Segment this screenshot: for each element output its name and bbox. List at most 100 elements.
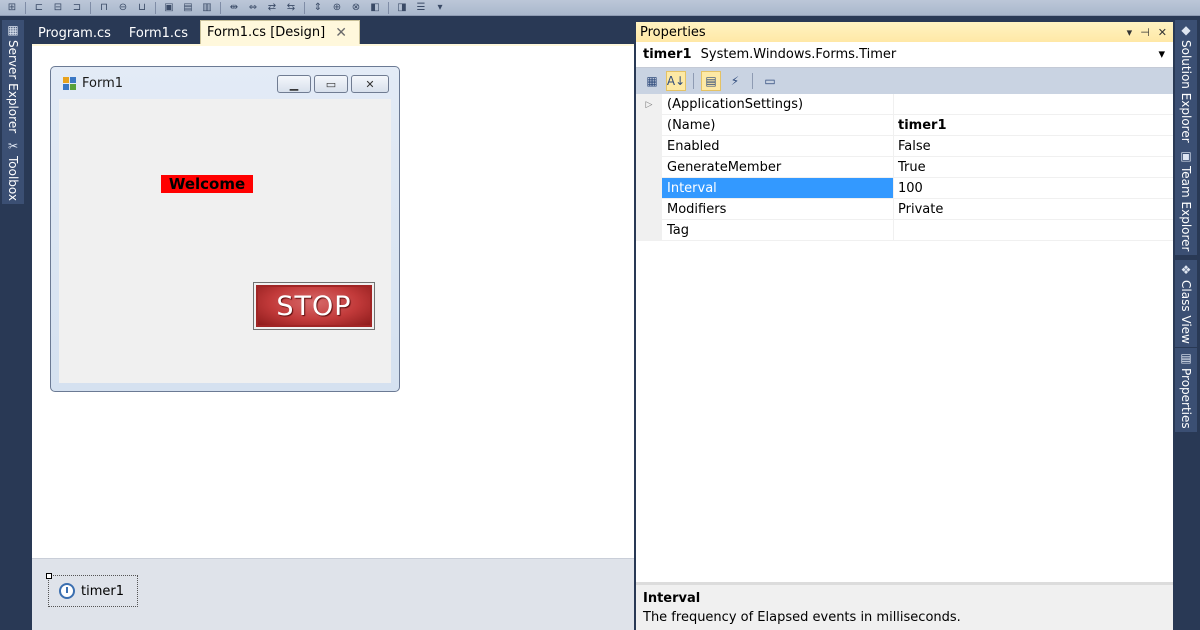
tab-program-cs[interactable]: Program.cs (32, 22, 123, 44)
property-value[interactable]: Private (894, 199, 1173, 220)
align-icon[interactable]: ⊞ (4, 2, 20, 14)
center-horizontally-icon[interactable]: ⊕ (329, 2, 345, 14)
property-row[interactable]: Modifiers Private (636, 199, 1173, 220)
tab-label: Form1.cs [Design] (206, 25, 326, 40)
row-gutter (636, 199, 662, 220)
properties-title-bar: Properties ▾ ⊣ ✕ (636, 22, 1173, 42)
window-position-icon[interactable]: ▾ (1127, 26, 1133, 39)
property-row[interactable]: Enabled False (636, 136, 1173, 157)
form1-window[interactable]: Form1 ▁ ▭ ✕ Welcome STOP (50, 66, 400, 392)
properties-panel: Properties ▾ ⊣ ✕ timer1 System.Windows.F… (636, 22, 1173, 630)
make-same-size-icon[interactable]: ▣ (161, 2, 177, 14)
toolbar-separator (220, 1, 221, 14)
property-row[interactable]: Tag (636, 220, 1173, 241)
property-name: Modifiers (662, 199, 894, 220)
tab-label: Program.cs (38, 25, 111, 41)
properties-view-icon[interactable]: ▤ (701, 71, 721, 91)
solution-explorer-label: Solution Explorer (1179, 40, 1193, 143)
property-row-selected[interactable]: Interval 100 (636, 178, 1173, 199)
tab-form1-design[interactable]: Form1.cs [Design] ✕ (199, 20, 360, 44)
properties-icon: ▤ (1180, 351, 1192, 365)
row-gutter (636, 136, 662, 157)
object-selector[interactable]: timer1 System.Windows.Forms.Timer ▾ (636, 42, 1173, 68)
align-center-icon[interactable]: ⊟ (50, 2, 66, 14)
align-right-icon[interactable]: ⊐ (69, 2, 85, 14)
toolbar-separator (25, 1, 26, 14)
property-row[interactable]: GenerateMember True (636, 157, 1173, 178)
server-explorer-label: Server Explorer (6, 40, 20, 134)
stop-button-face: STOP (256, 285, 372, 327)
tab-order-icon[interactable]: ☰ (413, 2, 429, 14)
toolbox-tab[interactable]: ✂ Toolbox (2, 136, 24, 204)
property-description: Interval The frequency of Elapsed events… (636, 582, 1173, 630)
toolbar-separator (693, 73, 694, 89)
left-dock-strip: ▦ Server Explorer ✂ Toolbox (0, 16, 32, 630)
send-to-back-icon[interactable]: ◨ (394, 2, 410, 14)
welcome-label[interactable]: Welcome (161, 175, 253, 193)
decrease-spacing-icon[interactable]: ⇄ (264, 2, 280, 14)
window-controls: ▁ ▭ ✕ (277, 75, 389, 93)
properties-toolbar: ▦ A↓ ▤ ⚡ ▭ (636, 68, 1173, 94)
tab-form1-cs[interactable]: Form1.cs (123, 22, 200, 44)
property-value[interactable]: timer1 (894, 115, 1173, 136)
class-view-tab[interactable]: ❖ Class View (1175, 260, 1197, 347)
team-explorer-tab[interactable]: ▣ Team Explorer (1175, 146, 1197, 255)
align-top-icon[interactable]: ⊓ (96, 2, 112, 14)
align-middle-icon[interactable]: ⊖ (115, 2, 131, 14)
close-icon[interactable]: ✕ (1158, 26, 1167, 39)
server-explorer-tab[interactable]: ▦ Server Explorer (2, 20, 24, 137)
align-bottom-icon[interactable]: ⊔ (134, 2, 150, 14)
make-same-height-icon[interactable]: ▥ (199, 2, 215, 14)
align-left-icon[interactable]: ⊏ (31, 2, 47, 14)
center-vertically-icon[interactable]: ⊗ (348, 2, 364, 14)
property-name: Tag (662, 220, 894, 241)
chevron-down-icon[interactable]: ▾ (1158, 47, 1165, 62)
stop-button[interactable]: STOP (253, 282, 375, 330)
pin-icon[interactable]: ⊣ (1140, 26, 1150, 39)
form-designer-surface[interactable]: Form1 ▁ ▭ ✕ Welcome STOP (32, 44, 634, 558)
alphabetical-icon[interactable]: A↓ (666, 71, 686, 91)
properties-tab[interactable]: ▤ Properties (1175, 348, 1197, 432)
class-view-icon: ❖ (1180, 263, 1192, 277)
timer-component[interactable]: timer1 (46, 573, 138, 607)
property-value[interactable] (894, 220, 1173, 241)
horizontal-spacing-icon[interactable]: ⇹ (226, 2, 242, 14)
property-value[interactable]: False (894, 136, 1173, 157)
close-icon[interactable]: ✕ (335, 25, 347, 41)
property-name: GenerateMember (662, 157, 894, 178)
increase-spacing-icon[interactable]: ⇔ (245, 2, 261, 14)
form-title: Form1 (82, 76, 124, 91)
remove-spacing-icon[interactable]: ⇆ (283, 2, 299, 14)
stopwatch-icon (59, 583, 75, 599)
property-grid: ▷ (ApplicationSettings) (Name) timer1 En… (636, 94, 1173, 241)
toolbar-separator (752, 73, 753, 89)
expand-arrow-icon[interactable]: ▷ (636, 94, 662, 115)
solution-icon: ◆ (1181, 23, 1191, 37)
document-tab-strip: Program.cs Form1.cs Form1.cs [Design] ✕ (32, 20, 634, 44)
property-pages-icon[interactable]: ▭ (760, 71, 780, 91)
events-lightning-icon[interactable]: ⚡ (725, 71, 745, 91)
team-icon: ▣ (1180, 149, 1192, 163)
property-value[interactable]: 100 (894, 178, 1173, 199)
property-value[interactable]: True (894, 157, 1173, 178)
toolbar-separator (90, 1, 91, 14)
properties-label: Properties (1179, 368, 1193, 429)
property-value[interactable] (894, 94, 1173, 115)
toolbar-separator (155, 1, 156, 14)
properties-title: Properties (640, 24, 706, 40)
property-row[interactable]: ▷ (ApplicationSettings) (636, 94, 1173, 115)
vertical-spacing-icon[interactable]: ⇕ (310, 2, 326, 14)
overflow-dropdown-icon[interactable]: ▾ (432, 2, 448, 14)
maximize-icon[interactable]: ▭ (314, 75, 348, 93)
categorized-icon[interactable]: ▦ (642, 71, 662, 91)
solution-explorer-tab[interactable]: ◆ Solution Explorer (1175, 20, 1197, 146)
minimize-icon[interactable]: ▁ (277, 75, 311, 93)
selection-handle[interactable] (46, 573, 52, 579)
bring-to-front-icon[interactable]: ◧ (367, 2, 383, 14)
make-same-width-icon[interactable]: ▤ (180, 2, 196, 14)
window-close-icon[interactable]: ✕ (351, 75, 389, 93)
property-name: (ApplicationSettings) (662, 94, 894, 115)
form-client-area[interactable]: Welcome STOP (59, 99, 391, 383)
form-icon (63, 77, 76, 90)
property-row[interactable]: (Name) timer1 (636, 115, 1173, 136)
